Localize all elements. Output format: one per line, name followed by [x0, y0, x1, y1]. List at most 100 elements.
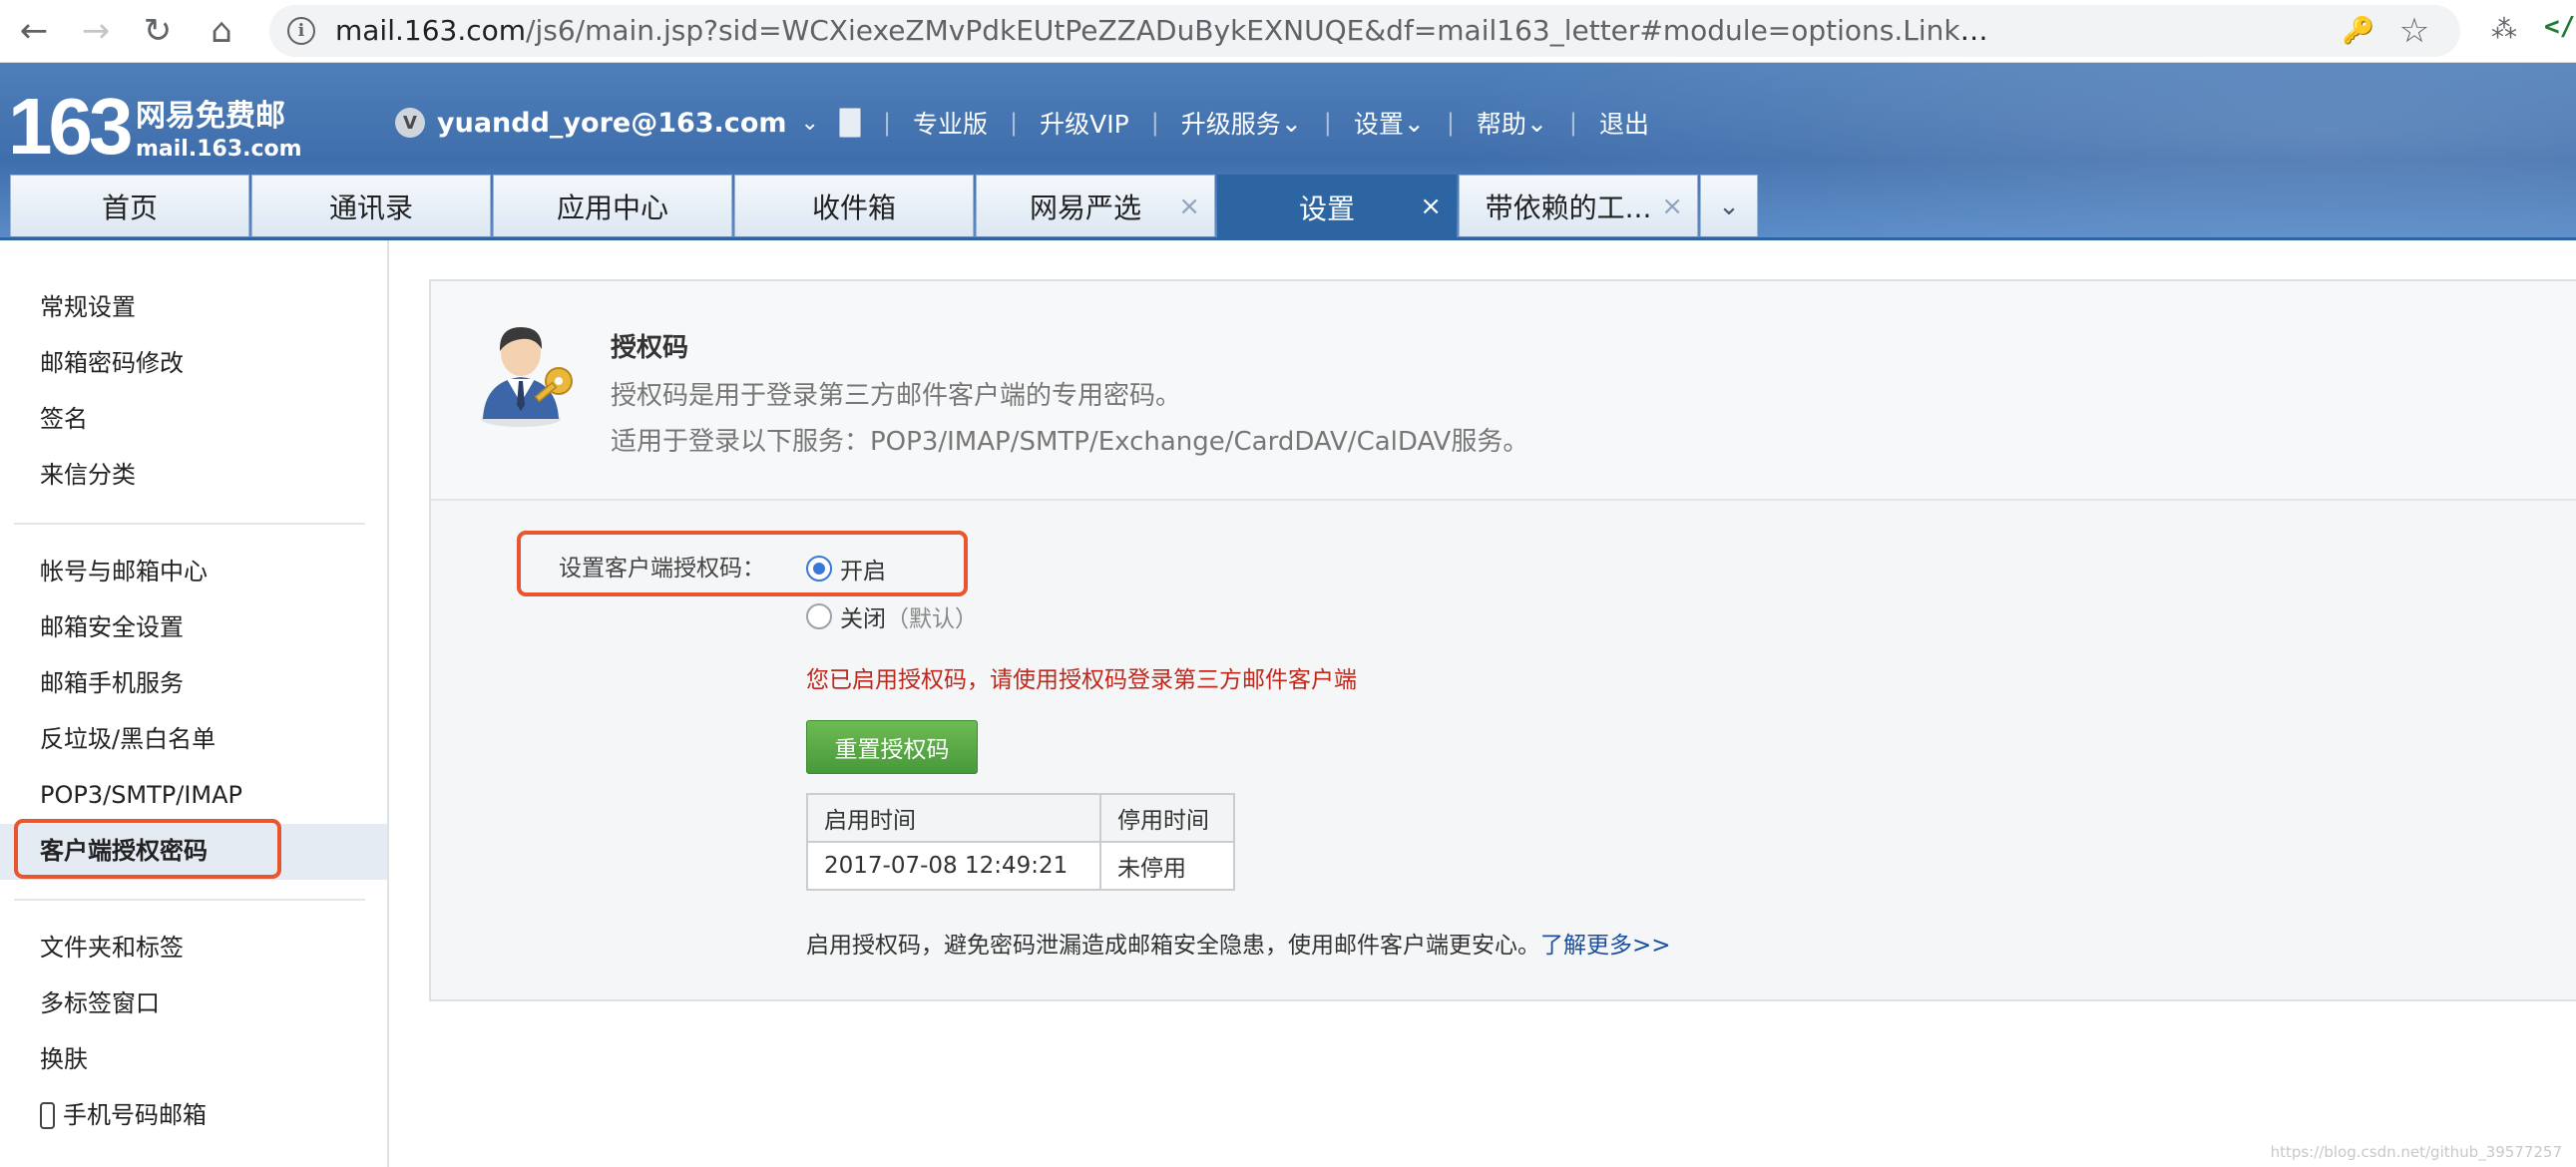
divider: |	[1150, 109, 1159, 137]
panel-intro: 授权码 授权码是用于登录第三方邮件客户端的专用密码。 适用于登录以下服务：POP…	[431, 281, 2576, 501]
radio-option-off[interactable]: 关闭 （默认）	[806, 598, 978, 634]
footer-note: 启用授权码，避免密码泄漏造成邮箱安全隐患，使用邮件客户端更安心。了解更多>>	[806, 926, 1671, 960]
watermark: https://blog.csdn.net/github_39577257	[2270, 1143, 2562, 1161]
description-line-1: 授权码是用于登录第三方邮件客户端的专用密码。	[611, 381, 1182, 411]
tab-dependency-tool[interactable]: 带依赖的工... ×	[1459, 175, 1698, 236]
address-bar[interactable]: i mail.163.com/js6/main.jsp?sid=WCXiexeZ…	[269, 5, 2460, 57]
url-text[interactable]: mail.163.com/js6/main.jsp?sid=WCXiexeZMv…	[335, 5, 1991, 57]
highlight-box-sidebar	[14, 819, 281, 879]
link-logout[interactable]: 退出	[1599, 105, 1649, 141]
status-message: 您已启用授权码，请使用授权码登录第三方邮件客户端	[806, 667, 1357, 693]
column-header-enabled-time: 启用时间	[806, 793, 1101, 843]
browser-toolbar: ← → ↻ ⌂ i mail.163.com/js6/main.jsp?sid=…	[0, 0, 2576, 63]
link-upgrade-vip[interactable]: 升级VIP	[1040, 105, 1129, 141]
vip-badge-icon: V	[395, 108, 425, 138]
highlight-box-setting	[517, 531, 968, 596]
chevron-down-icon: ⌄	[1280, 108, 1302, 138]
sidebar-item-pop3-smtp-imap[interactable]: POP3/SMTP/IMAP	[40, 775, 242, 815]
tab-label: 网易严选	[1029, 191, 1141, 224]
sidebar-item-skin[interactable]: 换肤	[40, 1039, 88, 1079]
link-upgrade-service-label: 升级服务	[1180, 110, 1281, 139]
column-header-disabled-time: 停用时间	[1099, 793, 1235, 843]
sidebar-item-mail-filter[interactable]: 来信分类	[40, 455, 136, 495]
tab-settings[interactable]: 设置 ×	[1217, 175, 1457, 239]
close-icon[interactable]: ×	[1178, 192, 1200, 221]
tab-label: 首页	[101, 191, 158, 224]
mail-header: 163 网易免费邮 mail.163.com V yuandd_yore@163…	[0, 63, 2576, 239]
sidebar-item-multi-tab[interactable]: 多标签窗口	[40, 983, 160, 1023]
settings-sidebar: 常规设置 邮箱密码修改 签名 来信分类 帐号与邮箱中心 邮箱安全设置 邮箱手机服…	[0, 240, 389, 1167]
user-email[interactable]: yuandd_yore@163.com	[437, 108, 787, 139]
table-header-row: 启用时间 停用时间	[806, 793, 1235, 843]
reload-icon[interactable]: ↻	[134, 8, 182, 54]
close-icon[interactable]: ×	[1661, 192, 1683, 221]
key-icon[interactable]: 🔑	[2339, 11, 2378, 51]
sidebar-item-mobile-service[interactable]: 邮箱手机服务	[40, 663, 184, 703]
tab-home[interactable]: 首页	[10, 175, 249, 236]
sidebar-item-antispam[interactable]: 反垃圾/黑白名单	[40, 719, 215, 759]
sidebar-item-label: 手机号码邮箱	[63, 1101, 207, 1129]
sidebar-divider	[14, 899, 365, 901]
radio-off-label: 关闭	[840, 606, 886, 632]
auth-code-table: 启用时间 停用时间 2017-07-08 12:49:21 未停用	[806, 793, 1235, 891]
divider: |	[1568, 109, 1577, 137]
user-key-icon	[481, 327, 573, 427]
cell-disabled-time: 未停用	[1099, 841, 1235, 891]
tab-contacts[interactable]: 通讯录	[251, 175, 491, 236]
sidebar-item-security[interactable]: 邮箱安全设置	[40, 607, 184, 647]
user-menu-caret-icon[interactable]: ⌄	[801, 111, 819, 136]
tab-more-chevron-icon[interactable]: ⌄	[1700, 175, 1758, 236]
url-path: /js6/main.jsp?sid=WCXiexeZMvPdkEUtPeZZAD…	[526, 14, 1991, 47]
sidebar-item-password[interactable]: 邮箱密码修改	[40, 343, 184, 383]
link-help-label: 帮助	[1476, 110, 1526, 139]
sidebar-item-signature[interactable]: 签名	[40, 399, 88, 439]
tab-label: 收件箱	[811, 191, 896, 224]
table-row: 2017-07-08 12:49:21 未停用	[806, 841, 1235, 891]
tab-label: 带依赖的工...	[1485, 191, 1652, 224]
divider: |	[1446, 109, 1455, 137]
forward-icon[interactable]: →	[72, 8, 120, 54]
logo[interactable]: 163 网易免费邮 mail.163.com	[8, 81, 302, 181]
tab-label: 应用中心	[556, 191, 668, 224]
logo-number: 163	[8, 82, 134, 171]
user-bar: V yuandd_yore@163.com ⌄ | 专业版 | 升级VIP | …	[395, 99, 1649, 147]
tab-inbox[interactable]: 收件箱	[734, 175, 974, 236]
extension-icon[interactable]: ⁂	[2484, 10, 2524, 50]
description-line-2: 适用于登录以下服务：POP3/IMAP/SMTP/Exchange/CardDA…	[611, 427, 1529, 457]
chevron-down-icon: ⌄	[1525, 108, 1547, 138]
sidebar-divider	[14, 523, 365, 525]
close-icon[interactable]: ×	[1420, 192, 1442, 221]
tab-yanxuan[interactable]: 网易严选 ×	[976, 175, 1215, 236]
star-icon[interactable]: ☆	[2394, 11, 2434, 51]
sidebar-item-phone-mailbox[interactable]: 手机号码邮箱	[40, 1095, 207, 1135]
tab-bar: 首页 通讯录 应用中心 收件箱 网易严选 × 设置 × 带依赖的工... × ⌄	[10, 175, 1758, 239]
divider: |	[882, 109, 892, 137]
link-help[interactable]: 帮助 ⌄	[1477, 105, 1547, 141]
tab-app-center[interactable]: 应用中心	[493, 175, 732, 236]
phone-icon	[40, 1102, 55, 1129]
logo-name: 网易免费邮	[136, 99, 285, 134]
home-icon[interactable]: ⌂	[198, 8, 245, 54]
link-pro-edition[interactable]: 专业版	[913, 105, 988, 141]
tab-label: 设置	[1298, 193, 1355, 225]
business-card-icon[interactable]	[838, 108, 861, 138]
link-settings[interactable]: 设置 ⌄	[1354, 105, 1425, 141]
radio-off-icon[interactable]	[806, 603, 832, 629]
back-icon[interactable]: ←	[10, 8, 58, 54]
auth-code-panel: 授权码 授权码是用于登录第三方邮件客户端的专用密码。 适用于登录以下服务：POP…	[429, 279, 2576, 1001]
edge-text: </	[2544, 12, 2576, 42]
sidebar-item-general[interactable]: 常规设置	[40, 287, 136, 327]
chevron-down-icon: ⌄	[1403, 108, 1425, 138]
url-host: mail.163.com	[335, 14, 527, 47]
page-title: 授权码	[611, 333, 689, 363]
learn-more-link[interactable]: 了解更多>>	[1540, 933, 1671, 959]
reset-auth-code-button[interactable]: 重置授权码	[806, 720, 978, 774]
sidebar-item-folders-labels[interactable]: 文件夹和标签	[40, 928, 184, 968]
link-upgrade-service[interactable]: 升级服务 ⌄	[1181, 105, 1302, 141]
radio-off-note: （默认）	[886, 606, 978, 632]
cell-enabled-time: 2017-07-08 12:49:21	[806, 841, 1101, 891]
sidebar-item-account-center[interactable]: 帐号与邮箱中心	[40, 552, 208, 591]
site-info-icon[interactable]: i	[287, 17, 315, 45]
link-settings-label: 设置	[1353, 110, 1404, 139]
logo-domain: mail.163.com	[136, 137, 302, 162]
